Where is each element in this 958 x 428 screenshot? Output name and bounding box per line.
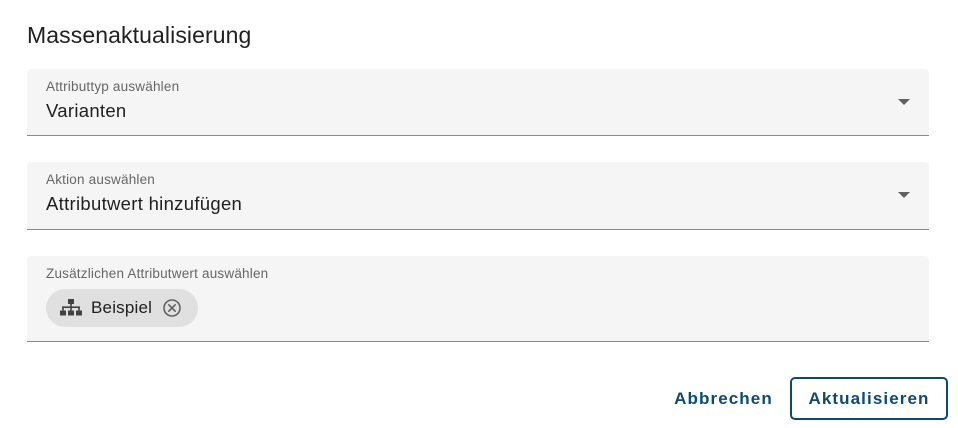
hierarchy-icon [60,299,82,317]
attribute-type-select[interactable]: Attributtyp auswählen Varianten [27,69,929,136]
dropdown-arrow-icon[interactable] [898,99,910,105]
update-button[interactable]: Aktualisieren [790,377,948,420]
attribute-type-label: Attributtyp auswählen [46,79,180,94]
cancel-button[interactable]: Abbrechen [665,377,782,420]
dropdown-arrow-icon[interactable] [898,192,910,198]
close-circle-icon[interactable] [162,298,182,318]
action-label: Aktion auswählen [46,172,156,187]
chip-label: Beispiel [91,298,153,317]
value-chip[interactable]: Beispiel [46,289,198,327]
action-value: Attributwert hinzufügen [46,193,243,214]
additional-value-field[interactable]: Zusätzlichen Attributwert auswählen Beis… [27,256,929,342]
dialog-title: Massenaktualisierung [27,22,252,48]
attribute-type-value: Varianten [46,100,127,121]
action-select[interactable]: Aktion auswählen Attributwert hinzufügen [27,162,929,230]
additional-value-label: Zusätzlichen Attributwert auswählen [46,266,269,281]
mass-update-dialog: Massenaktualisierung Attributtyp auswähl… [0,0,958,428]
